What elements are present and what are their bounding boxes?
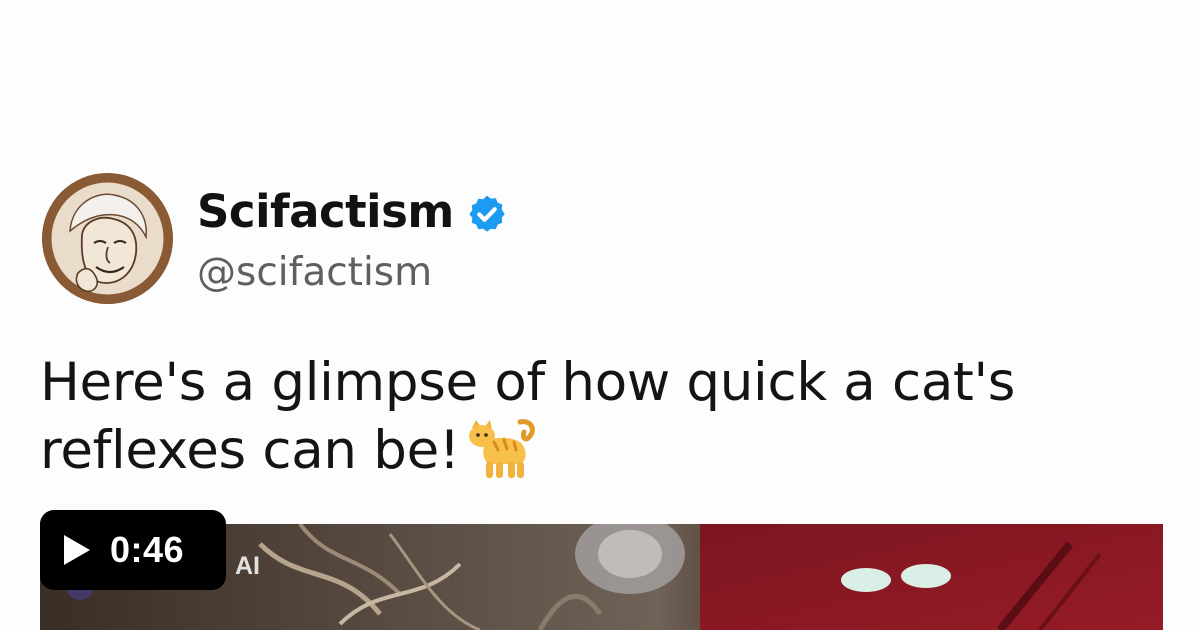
video-watermark: AI	[235, 552, 260, 580]
author-name[interactable]: Scifactism	[197, 184, 454, 240]
verified-badge-icon	[469, 195, 505, 232]
play-duration-button[interactable]: 0:46	[40, 510, 226, 590]
avatar-portrait-icon	[42, 173, 173, 304]
author-handle[interactable]: @scifactism	[197, 248, 432, 298]
author-name-row[interactable]: Scifactism	[197, 184, 508, 240]
video-duration: 0:46	[110, 529, 185, 570]
post-text-block: Here's a glimpse of how quick a cat's re…	[40, 349, 1170, 485]
cat-emoji-icon	[468, 419, 535, 478]
play-icon	[64, 535, 90, 565]
post-card: Scifactism @scifactism Here's a glimpse …	[0, 0, 1200, 630]
author-avatar[interactable]	[42, 173, 173, 304]
